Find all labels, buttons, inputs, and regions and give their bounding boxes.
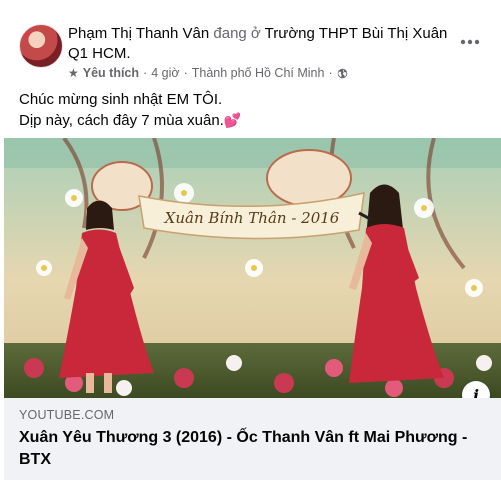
audience-label[interactable]: Yêu thích — [83, 65, 139, 81]
globe-icon[interactable] — [337, 68, 348, 79]
post-header: Phạm Thị Thanh Vân đang ở Trường THPT Bù… — [68, 24, 450, 64]
avatar-heart-icon: ♥ — [24, 30, 31, 42]
link-preview[interactable]: YOUTUBE.COM Xuân Yêu Thương 3 (2016) - Ố… — [4, 398, 501, 480]
link-domain: YOUTUBE.COM — [19, 408, 115, 422]
author-avatar[interactable]: ♥ — [19, 24, 63, 68]
author-name-link[interactable]: Phạm Thị Thanh Vân — [68, 25, 209, 42]
meta-separator: · — [328, 66, 333, 80]
more-options-icon — [460, 39, 480, 45]
post-text-line: Chúc mừng sinh nhật EM TÔI. — [19, 91, 223, 108]
more-options-button[interactable] — [455, 28, 485, 56]
video-thumbnail[interactable]: Xuân Bính Thân - 2016 — [4, 138, 501, 398]
star-icon: ★ — [68, 66, 79, 80]
checkin-verb: đang ở — [213, 25, 261, 42]
link-title[interactable]: Xuân Yêu Thương 3 (2016) - Ốc Thanh Vân … — [19, 427, 489, 471]
hearts-emoji-icon: 💕 — [223, 112, 242, 128]
post-text-content: Dịp này, cách đây 7 mùa xuân. — [19, 112, 224, 129]
video-thumbnail-image: Xuân Bính Thân - 2016 — [4, 138, 501, 398]
banner-text: Xuân Bính Thân - 2016 — [164, 209, 340, 227]
post-meta: ★ Yêu thích · 4 giờ · Thành phố Hồ Chí M… — [68, 65, 348, 81]
meta-separator: · — [183, 66, 188, 80]
post-text: Chúc mừng sinh nhật EM TÔI. Dịp này, các… — [19, 90, 479, 131]
location-link[interactable]: Thành phố Hồ Chí Minh — [192, 65, 325, 81]
facebook-post: ♥ Phạm Thị Thanh Vân đang ở Trường THPT … — [0, 0, 501, 480]
meta-separator: · — [143, 66, 148, 80]
post-text-line: Dịp này, cách đây 7 mùa xuân.💕 — [19, 110, 479, 131]
post-time-link[interactable]: 4 giờ — [151, 65, 179, 81]
